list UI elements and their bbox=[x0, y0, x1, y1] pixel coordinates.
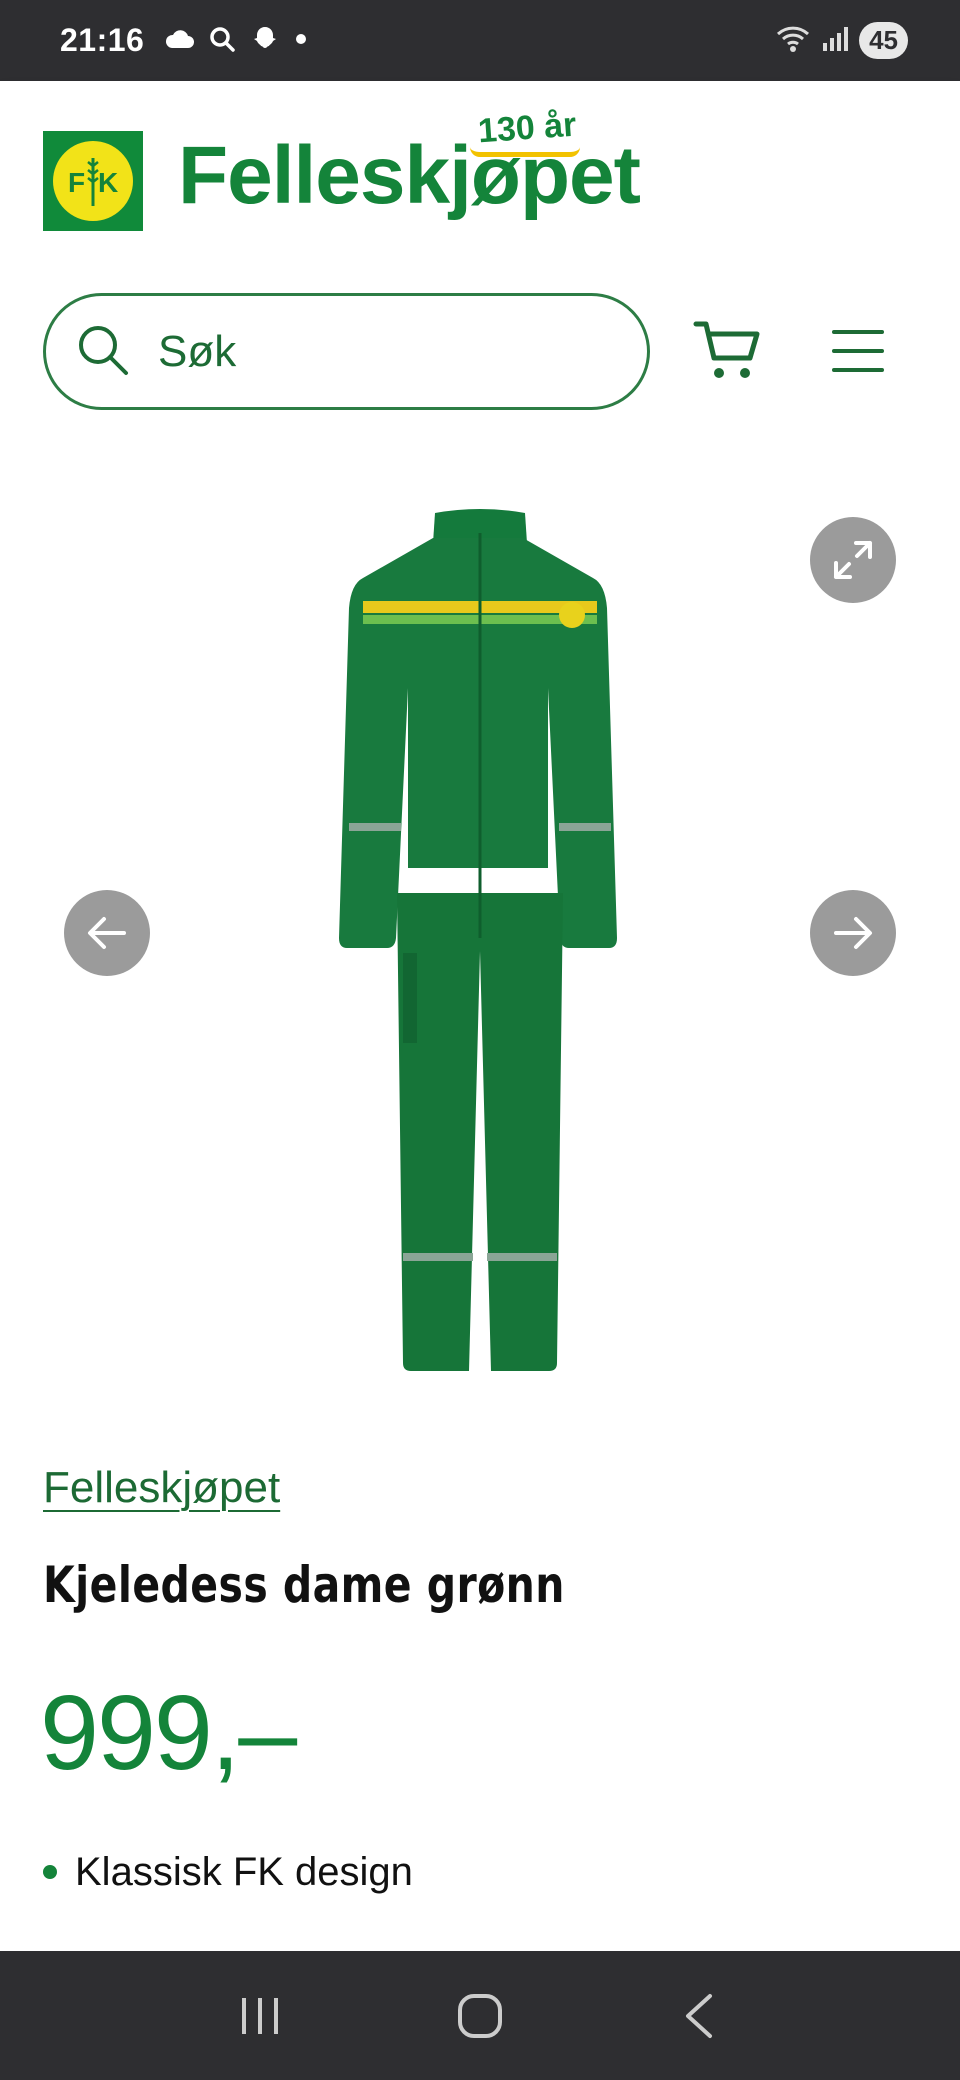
cart-button[interactable] bbox=[693, 318, 763, 384]
menu-button[interactable] bbox=[830, 326, 886, 376]
arrow-left-icon bbox=[88, 917, 126, 949]
cloud-icon bbox=[164, 28, 195, 54]
search-icon bbox=[74, 321, 132, 383]
logo-emblem: F K bbox=[53, 141, 133, 221]
status-icons-left bbox=[164, 24, 308, 58]
status-icons-right: 45 bbox=[775, 22, 908, 59]
status-time: 21:16 bbox=[60, 22, 145, 58]
back-icon bbox=[686, 1993, 712, 2038]
wheat-icon: F K bbox=[68, 158, 118, 206]
product-price: 999,– bbox=[40, 1674, 297, 1792]
search-icon bbox=[208, 25, 236, 57]
feature-item: Klassisk FK design bbox=[43, 1842, 413, 1902]
cart-icon bbox=[693, 321, 760, 378]
product-image[interactable] bbox=[305, 493, 655, 1373]
recent-apps-button[interactable] bbox=[225, 1981, 295, 2051]
home-button[interactable] bbox=[445, 1981, 515, 2051]
bullet-icon bbox=[43, 1865, 57, 1879]
product-brand-link[interactable]: Felleskjøpet bbox=[43, 1463, 280, 1513]
feature-text: Klassisk FK design bbox=[75, 1849, 413, 1894]
previous-image-button[interactable] bbox=[64, 890, 150, 976]
site-header: F K 130 år Felleskjøpet Søk bbox=[0, 81, 960, 443]
expand-icon bbox=[834, 541, 872, 579]
recent-apps-icon bbox=[242, 1997, 278, 2034]
search-placeholder: Søk bbox=[158, 326, 237, 376]
expand-button[interactable] bbox=[810, 517, 896, 603]
battery-icon: 45 bbox=[859, 22, 908, 59]
feature-list: Klassisk FK design bbox=[43, 1842, 413, 1902]
system-nav-bar bbox=[0, 1951, 960, 2080]
arrow-right-icon bbox=[834, 917, 872, 949]
product-gallery bbox=[0, 443, 960, 1423]
back-button[interactable] bbox=[665, 1981, 735, 2051]
next-image-button[interactable] bbox=[810, 890, 896, 976]
wifi-icon bbox=[775, 24, 811, 58]
logo[interactable]: F K bbox=[43, 131, 143, 231]
dot-icon bbox=[294, 31, 308, 50]
status-bar: 21:16 45 bbox=[0, 0, 960, 81]
search-input[interactable]: Søk bbox=[43, 293, 650, 410]
svg-text:F: F bbox=[68, 167, 85, 198]
home-icon bbox=[458, 1993, 502, 2038]
product-title: Kjeledess dame grønn bbox=[43, 1556, 565, 1614]
brand-wordmark[interactable]: Felleskjøpet bbox=[178, 135, 641, 217]
snapchat-icon bbox=[250, 24, 280, 58]
svg-text:K: K bbox=[98, 167, 118, 198]
hamburger-menu-icon bbox=[832, 330, 884, 372]
signal-icon bbox=[821, 25, 849, 57]
